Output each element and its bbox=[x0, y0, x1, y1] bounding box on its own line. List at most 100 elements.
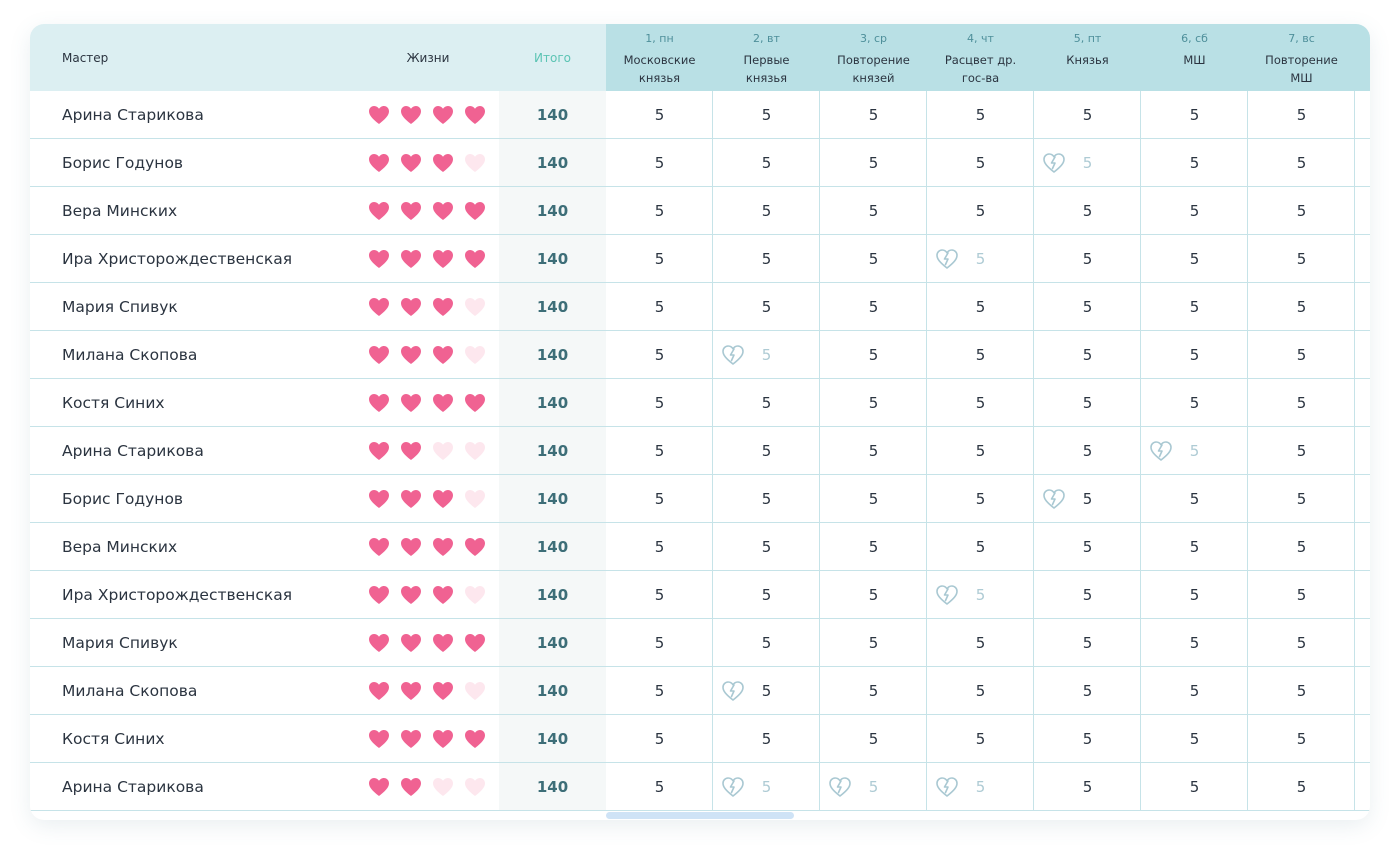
table-row[interactable]: Милана Скопова 140 5 5 5 5 5 5 5 bbox=[30, 667, 1370, 715]
day-header-6[interactable]: 6, сб МШ bbox=[1141, 24, 1248, 91]
day-score-cell[interactable]: 5 bbox=[927, 571, 1034, 619]
day-score-cell[interactable]: 5 bbox=[1141, 187, 1248, 235]
day-score-cell[interactable]: 5 bbox=[820, 427, 927, 475]
day-score-cell[interactable]: 5 bbox=[713, 523, 820, 571]
day-score-cell[interactable]: 5 bbox=[713, 475, 820, 523]
day-score-cell[interactable]: 5 bbox=[606, 283, 713, 331]
table-row[interactable]: Арина Старикова 140 5 5 5 5 5 5 5 bbox=[30, 763, 1370, 811]
day-score-cell[interactable]: 5 bbox=[713, 763, 820, 811]
day-score-cell[interactable]: 5 bbox=[606, 187, 713, 235]
day-score-cell[interactable]: 5 bbox=[820, 619, 927, 667]
day-score-cell[interactable]: 5 bbox=[927, 235, 1034, 283]
day-score-cell[interactable]: 5 bbox=[1248, 763, 1355, 811]
day-score-cell[interactable]: 5 bbox=[713, 379, 820, 427]
day-header-2[interactable]: 2, вт Первые князья bbox=[713, 24, 820, 91]
day-score-cell[interactable]: 5 bbox=[927, 715, 1034, 763]
day-score-cell[interactable]: 5 bbox=[1141, 331, 1248, 379]
day-score-cell[interactable]: 5 bbox=[820, 379, 927, 427]
day-score-cell[interactable]: 5 bbox=[927, 91, 1034, 139]
day-score-cell[interactable]: 5 bbox=[606, 331, 713, 379]
day-score-cell[interactable]: 5 bbox=[1141, 379, 1248, 427]
day-score-cell[interactable]: 5 bbox=[713, 667, 820, 715]
day-score-cell[interactable]: 5 bbox=[1141, 235, 1248, 283]
day-score-cell[interactable]: 5 bbox=[1034, 139, 1141, 187]
day-score-cell[interactable]: 5 bbox=[1248, 283, 1355, 331]
day-score-cell[interactable]: 5 bbox=[1141, 283, 1248, 331]
day-header-7[interactable]: 7, вс Повторение МШ bbox=[1248, 24, 1355, 91]
day-header-1[interactable]: 1, пн Московские князья bbox=[606, 24, 713, 91]
day-score-cell[interactable]: 5 bbox=[1141, 139, 1248, 187]
table-row[interactable]: Ира Христорождественская 140 5 5 5 5 5 5 5 bbox=[30, 235, 1370, 283]
day-score-cell[interactable]: 5 bbox=[820, 523, 927, 571]
day-score-cell[interactable]: 5 bbox=[1034, 427, 1141, 475]
day-score-cell[interactable]: 5 bbox=[927, 475, 1034, 523]
day-score-cell[interactable]: 5 bbox=[713, 91, 820, 139]
day-score-cell[interactable]: 5 bbox=[1034, 667, 1141, 715]
header-total[interactable]: Итого bbox=[499, 51, 606, 65]
day-score-cell[interactable]: 5 bbox=[1248, 379, 1355, 427]
day-score-cell[interactable]: 5 bbox=[820, 91, 927, 139]
day-score-cell[interactable]: 5 bbox=[1034, 763, 1141, 811]
day-score-cell[interactable]: 5 bbox=[1141, 475, 1248, 523]
day-score-cell[interactable]: 5 bbox=[606, 667, 713, 715]
day-score-cell[interactable]: 5 bbox=[1248, 571, 1355, 619]
day-score-cell[interactable]: 5 bbox=[1248, 91, 1355, 139]
day-score-cell[interactable]: 5 bbox=[1034, 379, 1141, 427]
table-row[interactable]: Мария Спивук 140 5 5 5 5 5 5 5 bbox=[30, 619, 1370, 667]
day-score-cell[interactable]: 5 bbox=[1248, 187, 1355, 235]
day-header-3[interactable]: 3, ср Повторение князей bbox=[820, 24, 927, 91]
day-score-cell[interactable]: 5 bbox=[606, 427, 713, 475]
day-score-cell[interactable]: 5 bbox=[713, 283, 820, 331]
horizontal-scrollbar[interactable] bbox=[606, 812, 794, 819]
day-score-cell[interactable]: 5 bbox=[606, 571, 713, 619]
day-score-cell[interactable]: 5 bbox=[820, 715, 927, 763]
day-score-cell[interactable]: 5 bbox=[1248, 523, 1355, 571]
day-score-cell[interactable]: 5 bbox=[927, 283, 1034, 331]
table-row[interactable]: Арина Старикова 140 5 5 5 5 5 5 5 bbox=[30, 427, 1370, 475]
day-score-cell[interactable]: 5 bbox=[1248, 139, 1355, 187]
day-score-cell[interactable]: 5 bbox=[606, 619, 713, 667]
day-score-cell[interactable]: 5 bbox=[606, 139, 713, 187]
day-score-cell[interactable]: 5 bbox=[1034, 619, 1141, 667]
day-score-cell[interactable]: 5 bbox=[820, 139, 927, 187]
day-score-cell[interactable]: 5 bbox=[1141, 715, 1248, 763]
day-score-cell[interactable]: 5 bbox=[606, 235, 713, 283]
table-row[interactable]: Костя Синих 140 5 5 5 5 5 5 5 bbox=[30, 715, 1370, 763]
day-score-cell[interactable]: 5 bbox=[713, 187, 820, 235]
day-score-cell[interactable]: 5 bbox=[1034, 715, 1141, 763]
day-score-cell[interactable]: 5 bbox=[927, 187, 1034, 235]
day-score-cell[interactable]: 5 bbox=[1034, 331, 1141, 379]
day-score-cell[interactable]: 5 bbox=[1248, 715, 1355, 763]
day-score-cell[interactable]: 5 bbox=[1248, 667, 1355, 715]
day-score-cell[interactable]: 5 bbox=[1248, 331, 1355, 379]
day-score-cell[interactable]: 5 bbox=[713, 427, 820, 475]
day-score-cell[interactable]: 5 bbox=[1034, 235, 1141, 283]
day-score-cell[interactable]: 5 bbox=[1248, 235, 1355, 283]
day-score-cell[interactable]: 5 bbox=[927, 139, 1034, 187]
day-score-cell[interactable]: 5 bbox=[927, 619, 1034, 667]
table-row[interactable]: Арина Старикова 140 5 5 5 5 5 5 5 bbox=[30, 91, 1370, 139]
day-score-cell[interactable]: 5 bbox=[713, 139, 820, 187]
day-score-cell[interactable]: 5 bbox=[1248, 427, 1355, 475]
day-score-cell[interactable]: 5 bbox=[927, 427, 1034, 475]
day-score-cell[interactable]: 5 bbox=[1034, 187, 1141, 235]
day-score-cell[interactable]: 5 bbox=[1141, 667, 1248, 715]
day-score-cell[interactable]: 5 bbox=[1034, 523, 1141, 571]
day-score-cell[interactable]: 5 bbox=[606, 475, 713, 523]
day-score-cell[interactable]: 5 bbox=[606, 379, 713, 427]
day-score-cell[interactable]: 5 bbox=[713, 571, 820, 619]
day-score-cell[interactable]: 5 bbox=[606, 763, 713, 811]
day-score-cell[interactable]: 5 bbox=[1141, 91, 1248, 139]
day-score-cell[interactable]: 5 bbox=[927, 379, 1034, 427]
day-score-cell[interactable]: 5 bbox=[1248, 619, 1355, 667]
day-score-cell[interactable]: 5 bbox=[713, 715, 820, 763]
day-score-cell[interactable]: 5 bbox=[1141, 763, 1248, 811]
day-score-cell[interactable]: 5 bbox=[1034, 91, 1141, 139]
day-score-cell[interactable]: 5 bbox=[820, 187, 927, 235]
table-row[interactable]: Вера Минских 140 5 5 5 5 5 5 5 bbox=[30, 187, 1370, 235]
table-row[interactable]: Борис Годунов 140 5 5 5 5 5 5 5 bbox=[30, 139, 1370, 187]
day-score-cell[interactable]: 5 bbox=[606, 715, 713, 763]
day-score-cell[interactable]: 5 bbox=[820, 235, 927, 283]
day-score-cell[interactable]: 5 bbox=[1141, 571, 1248, 619]
day-score-cell[interactable]: 5 bbox=[1034, 475, 1141, 523]
